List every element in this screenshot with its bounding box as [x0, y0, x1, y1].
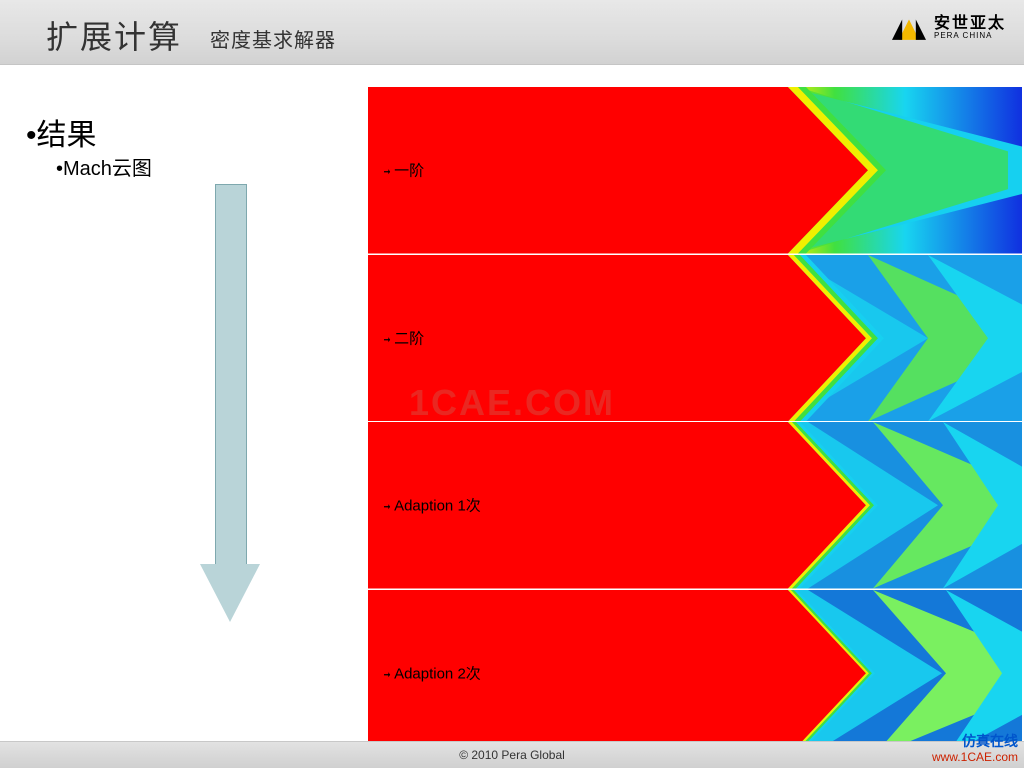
brand-logo: 安世亚太 PERA CHINA [892, 14, 1006, 42]
footer-bar: © 2010 Pera Global [0, 741, 1024, 768]
contour-row-3: Adaption 1次 [368, 421, 1022, 589]
contour-label-4: Adaption 2次 [382, 662, 481, 683]
slide-title-main: 扩展计算 [46, 12, 182, 58]
contour-svg-1 [368, 87, 1022, 254]
contour-label-3: Adaption 1次 [382, 495, 481, 516]
header-bar: 扩展计算 密度基求解器 安世亚太 PERA CHINA [0, 0, 1024, 65]
contour-stack: 一阶 二阶 [368, 86, 1022, 756]
logo-text-cn: 安世亚太 [934, 16, 1006, 32]
corner-url: www.1CAE.com [932, 750, 1018, 764]
logo-triangle-icon [892, 14, 926, 42]
contour-row-4: Adaption 2次 [368, 589, 1022, 757]
logo-text-en: PERA CHINA [934, 32, 1006, 40]
contour-row-2: 二阶 [368, 254, 1022, 422]
bullet-results: •结果 [26, 110, 97, 154]
contour-label-1: 一阶 [382, 160, 424, 181]
slide-body: •结果 •Mach云图 一阶 二阶 [0, 64, 1024, 742]
down-arrow-icon [200, 184, 260, 624]
contour-row-1: 一阶 [368, 86, 1022, 254]
corner-cn: 仿真在线 [932, 733, 1018, 750]
copyright-text: © 2010 Pera Global [459, 748, 565, 762]
contour-svg-2 [368, 255, 1022, 422]
contour-label-2: 二阶 [382, 327, 424, 348]
bullet-mach-contour: •Mach云图 [56, 152, 152, 181]
corner-brand: 仿真在线 www.1CAE.com [932, 733, 1018, 764]
slide-title-sub: 密度基求解器 [210, 24, 336, 53]
